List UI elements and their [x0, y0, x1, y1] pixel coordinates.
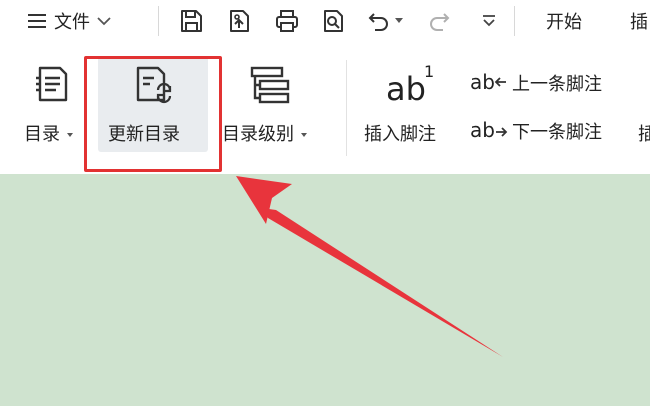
annotation-arrow [236, 176, 503, 357]
annotation-arrow-shaft [262, 208, 503, 357]
